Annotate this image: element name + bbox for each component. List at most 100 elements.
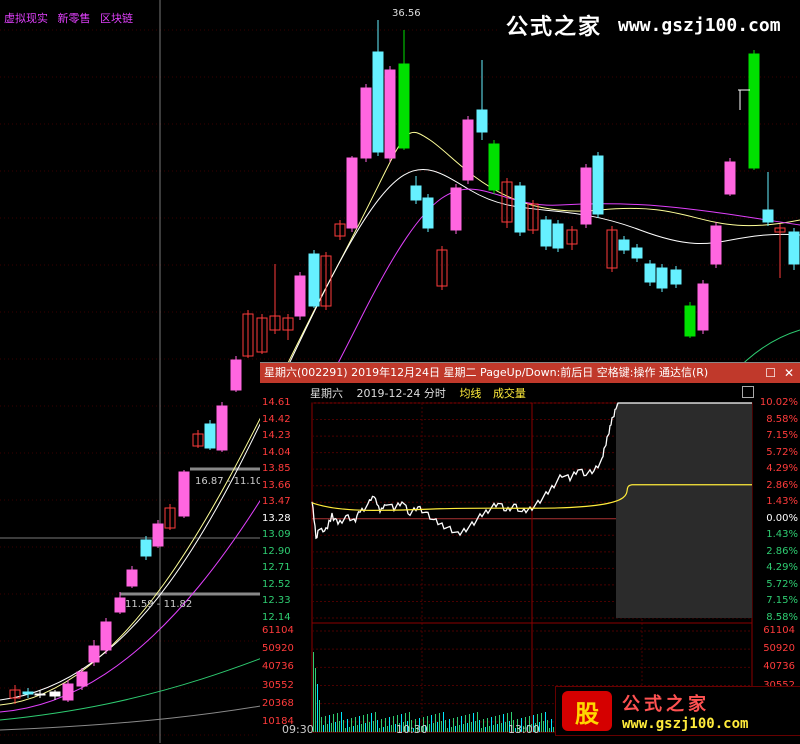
volume-bar	[435, 714, 436, 732]
price-axis-label: 14.42	[262, 413, 291, 425]
volume-bar	[363, 715, 364, 732]
volume-bar	[547, 720, 548, 732]
volume-bar	[319, 700, 320, 732]
popup-titlebar[interactable]: 星期六(002291) 2019年12月24日 星期二 PageUp/Down:…	[260, 363, 800, 383]
volume-bar	[361, 724, 362, 732]
volume-bar	[465, 715, 466, 732]
volume-bar	[491, 717, 492, 732]
volume-bar	[467, 723, 468, 732]
volume-bar	[335, 722, 336, 732]
price-axis-label: 12.14	[262, 612, 291, 623]
volume-bar	[341, 712, 342, 732]
volume-bar	[379, 728, 380, 732]
volume-bar	[475, 721, 476, 732]
volume-axis-label-left: 61104	[262, 625, 294, 636]
volume-bar	[383, 727, 384, 732]
candle-body	[644, 263, 656, 283]
volume-bar	[473, 713, 474, 732]
maximize-icon[interactable]: ☐	[765, 363, 776, 383]
candle-body	[710, 225, 722, 265]
price-axis-label: 13.28	[262, 512, 291, 524]
volume-bar	[377, 720, 378, 732]
percent-axis-label: 8.58%	[766, 413, 798, 425]
volume-bar	[337, 713, 338, 732]
candle-body	[88, 645, 100, 663]
menu-item-blockchain[interactable]: 区块链	[100, 12, 133, 25]
volume-bar	[315, 668, 316, 732]
candle-body	[762, 209, 774, 223]
volume-axis-label-left: 30552	[262, 679, 294, 691]
volume-bar	[479, 720, 480, 732]
volume-bar	[391, 725, 392, 732]
layout-icon[interactable]	[742, 386, 754, 398]
candle-body	[100, 621, 112, 651]
volume-bar	[381, 719, 382, 732]
volume-bar	[321, 717, 322, 732]
volume-bar	[487, 718, 488, 732]
volume-bar	[371, 713, 372, 732]
limit-up-shade	[616, 403, 752, 618]
candle-body	[140, 539, 152, 557]
volume-bar	[461, 716, 462, 732]
popup-subheader: 星期六 2019-12-24 分时 均线 成交量	[310, 385, 526, 401]
candle-body	[580, 167, 592, 225]
candle-body	[748, 53, 760, 169]
popup-title: 星期六(002291) 2019年12月24日 星期二 PageUp/Down:…	[264, 366, 709, 379]
volume-bar	[497, 724, 498, 732]
price-axis-label: 13.47	[262, 496, 291, 508]
menu-item-vr[interactable]: 虚拟现实	[4, 12, 48, 25]
candle-body	[788, 231, 800, 265]
volume-bar	[469, 714, 470, 732]
watermark-url: www.gszj100.com	[618, 14, 781, 36]
percent-axis-label: 1.43%	[766, 529, 798, 541]
volume-bar	[329, 715, 330, 732]
candle-body	[114, 597, 126, 613]
volume-bar	[463, 724, 464, 732]
volume-bar	[347, 719, 348, 732]
volume-bar	[481, 728, 482, 732]
volume-bar	[389, 717, 390, 732]
percent-axis-label: 5.72%	[766, 578, 798, 590]
volume-bar	[493, 725, 494, 732]
volume-bar	[489, 726, 490, 732]
candle-body	[514, 185, 526, 233]
volume-bar	[495, 716, 496, 732]
volume-axis-label-left: 50920	[262, 643, 294, 655]
volume-label: 成交量	[492, 387, 526, 400]
volume-bar	[327, 724, 328, 732]
subhead-stock: 星期六	[310, 387, 343, 400]
top-menu: 虚拟现实 新零售 区块链	[4, 10, 139, 26]
close-icon[interactable]: ✕	[784, 363, 794, 383]
volume-axis-label-right: 40736	[763, 661, 795, 673]
volume-bar	[445, 720, 446, 732]
candle-body	[462, 119, 474, 181]
price-axis-label: 13.66	[262, 479, 291, 491]
price-axis-label: 12.33	[262, 595, 291, 607]
volume-bar	[455, 726, 456, 732]
percent-axis-label: 10.02%	[759, 397, 798, 408]
percent-axis-label: 7.15%	[766, 595, 798, 607]
candle-body	[488, 143, 500, 191]
price-axis-label: 14.23	[262, 430, 291, 442]
volume-bar	[457, 717, 458, 732]
volume-bar	[553, 727, 554, 732]
volume-bar	[367, 714, 368, 732]
candle-body	[22, 691, 34, 695]
candle-body	[230, 359, 242, 391]
volume-bar	[333, 714, 334, 732]
time-axis-label: 09:30	[282, 723, 314, 736]
volume-bar	[449, 719, 450, 732]
percent-axis-label: 4.29%	[766, 463, 798, 475]
candle-body	[684, 305, 696, 337]
price-axis-label: 13.09	[262, 529, 291, 541]
percent-axis-label: 0.00%	[766, 512, 798, 524]
menu-item-new-retail[interactable]: 新零售	[58, 12, 91, 25]
volume-bar	[453, 718, 454, 732]
volume-bar	[345, 728, 346, 732]
price-axis-label: 12.90	[262, 545, 291, 557]
volume-bar	[357, 725, 358, 732]
candle-body	[450, 187, 462, 231]
volume-bar	[353, 726, 354, 732]
stock-logo-icon: 股	[562, 691, 612, 731]
volume-bar	[343, 720, 344, 732]
